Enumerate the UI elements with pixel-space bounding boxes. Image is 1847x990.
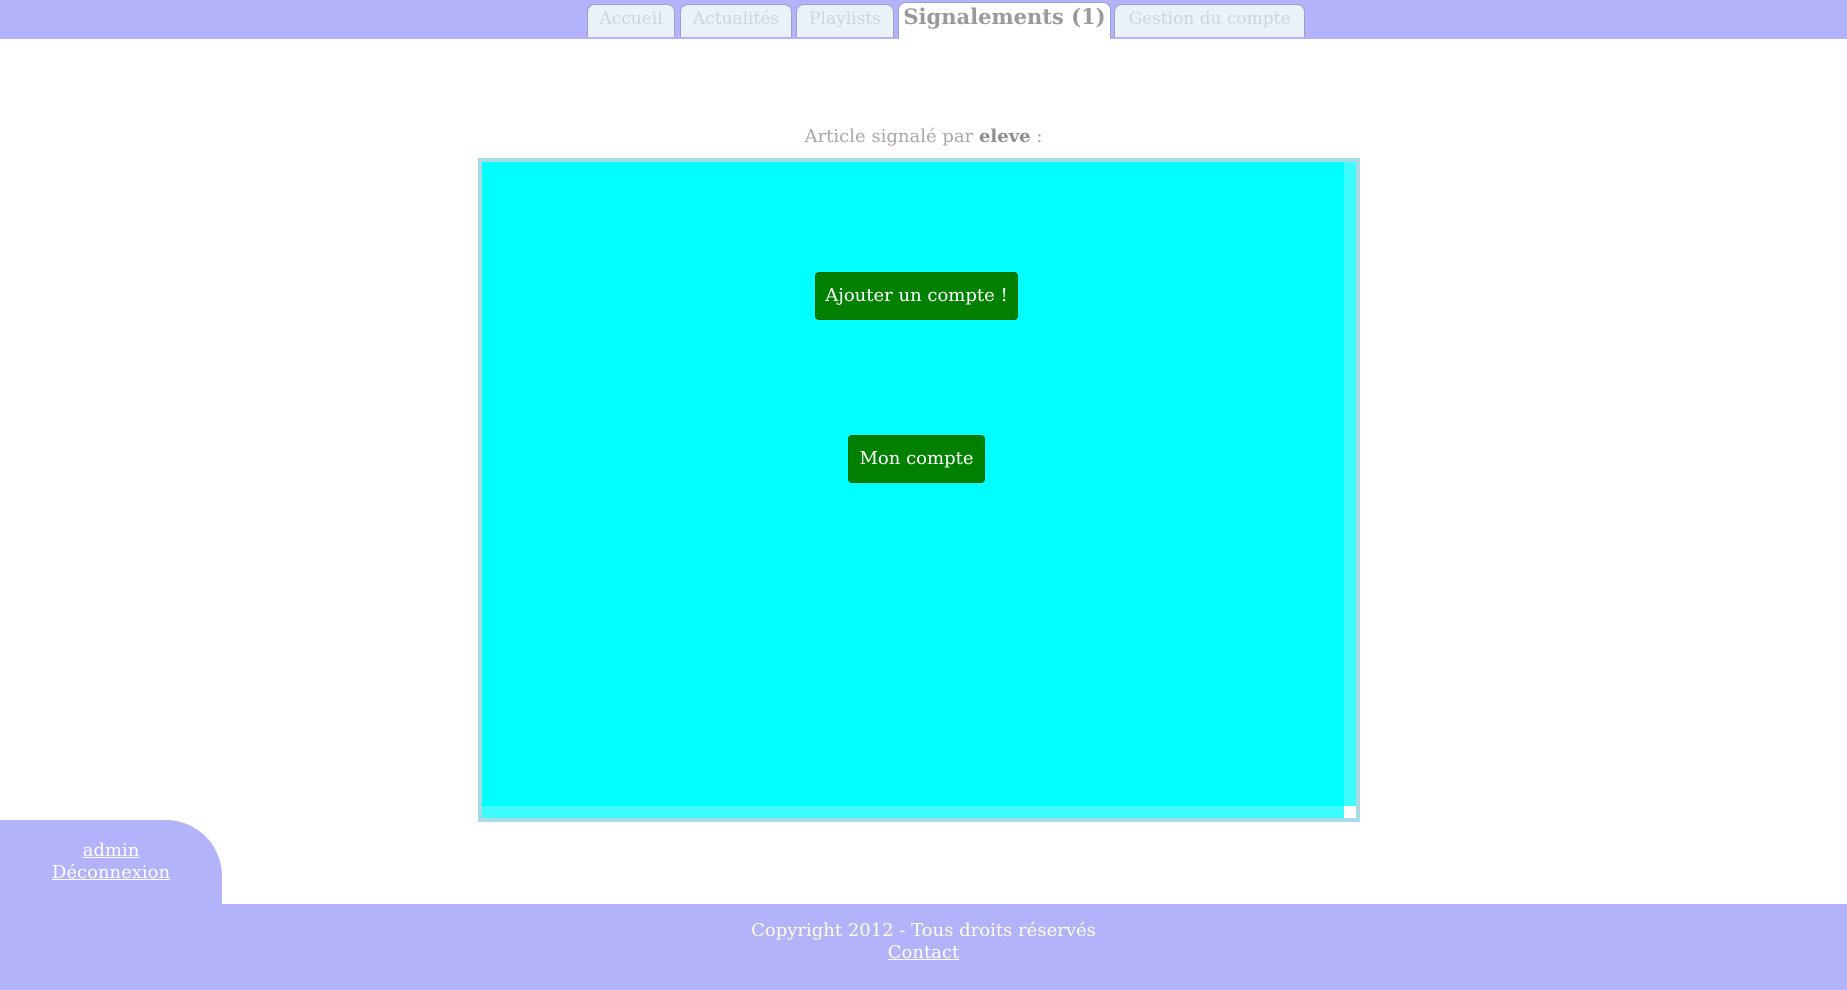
report-author: eleve [978, 126, 1031, 147]
username-link[interactable]: admin [0, 840, 222, 862]
report-suffix: : [1036, 126, 1043, 147]
horizontal-scrollbar[interactable] [482, 806, 1344, 818]
tab-playlists[interactable]: Playlists [796, 4, 894, 37]
copyright-text: Copyright 2012 - Tous droits réservés [751, 920, 1096, 941]
tab-actualites[interactable]: Actualités [680, 4, 792, 37]
my-account-button[interactable]: Mon compte [848, 435, 985, 483]
report-prefix: Article signalé par [804, 126, 974, 147]
scrollbar-corner [1344, 806, 1356, 818]
tab-accueil[interactable]: Accueil [587, 4, 675, 37]
user-panel: admin Déconnexion [0, 820, 222, 910]
nav-tabs: Accueil Actualités Playlists Signalement… [0, 0, 1847, 39]
tab-signalements[interactable]: Signalements (1) [898, 2, 1111, 39]
add-account-button[interactable]: Ajouter un compte ! [815, 272, 1018, 320]
vertical-scrollbar[interactable] [1344, 162, 1356, 806]
reported-article-frame: Ajouter un compte ! Mon compte [478, 158, 1360, 822]
report-heading: Article signalé par eleve : [0, 124, 1847, 150]
footer: Copyright 2012 - Tous droits réservés Co… [0, 904, 1847, 990]
logout-link[interactable]: Déconnexion [0, 862, 222, 884]
contact-link[interactable]: Contact [0, 942, 1847, 964]
tab-gestion-du-compte[interactable]: Gestion du compte [1114, 4, 1305, 37]
